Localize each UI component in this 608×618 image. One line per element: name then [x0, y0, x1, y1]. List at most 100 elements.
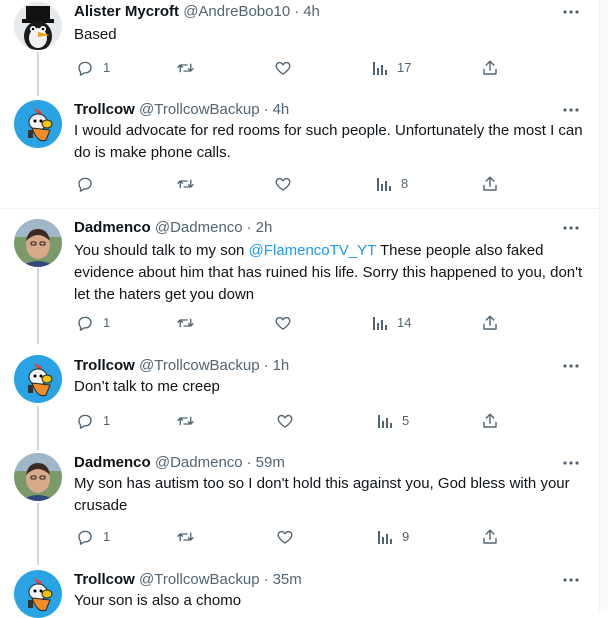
tweet-header: Dadmenco @Dadmenco · 2h	[74, 216, 272, 240]
separator-dot: ·	[263, 357, 269, 374]
display-name[interactable]: Trollcow	[74, 101, 135, 118]
share-icon	[483, 413, 497, 428]
reply-icon	[78, 177, 92, 192]
tweet-text-part: You should talk to my son	[74, 242, 249, 259]
reply-button[interactable]: 1	[76, 58, 110, 78]
views-count: 5	[402, 413, 410, 428]
retweet-button[interactable]	[176, 58, 204, 78]
timestamp[interactable]: 35m	[273, 571, 302, 588]
retweet-button[interactable]	[176, 527, 204, 547]
mention-link[interactable]: @FlamencoTV_YT	[249, 242, 377, 259]
views-icon	[377, 178, 391, 191]
timestamp[interactable]: 4h	[303, 3, 320, 20]
heart-icon	[275, 177, 291, 191]
share-button[interactable]	[481, 58, 499, 78]
like-button[interactable]	[274, 313, 301, 333]
views-button[interactable]: 14	[372, 313, 411, 333]
separator-dot: ·	[294, 3, 300, 20]
tweet-text: I would advocate for red rooms for such …	[74, 122, 583, 161]
like-button[interactable]	[274, 174, 301, 194]
views-button[interactable]: 17	[372, 58, 411, 78]
share-icon	[483, 60, 497, 75]
display-name[interactable]: Dadmenco	[74, 219, 151, 236]
separator-dot: ·	[263, 101, 269, 118]
more-icon[interactable]	[560, 453, 582, 473]
user-handle[interactable]: @TrollcowBackup	[139, 357, 260, 374]
timestamp[interactable]: 59m	[256, 454, 285, 471]
views-icon	[378, 531, 392, 544]
avatar[interactable]	[14, 219, 62, 267]
display-name[interactable]: Dadmenco	[74, 454, 151, 471]
timestamp[interactable]: 2h	[256, 219, 273, 236]
like-button[interactable]	[274, 58, 301, 78]
tweet[interactable]: Trollcow @TrollcowBackup · 4h I would advo…	[0, 98, 599, 208]
retweet-button[interactable]	[176, 411, 204, 431]
reply-icon	[78, 530, 92, 545]
user-handle[interactable]: @TrollcowBackup	[139, 101, 260, 118]
conversation-thread: Alister Mycroft @AndreBobo10 · 4h Based 1 …	[0, 0, 600, 618]
tweet[interactable]: Dadmenco @Dadmenco · 59m My son has autism…	[0, 451, 599, 565]
share-button[interactable]	[481, 174, 499, 194]
tweet-text: Your son is also a chomo	[74, 592, 242, 609]
tweet-header: Dadmenco @Dadmenco · 59m	[74, 451, 285, 475]
avatar[interactable]	[14, 355, 62, 403]
views-count: 14	[397, 315, 412, 330]
heart-icon	[275, 61, 291, 75]
user-handle[interactable]: @Dadmenco	[155, 219, 243, 236]
display-name[interactable]: Alister Mycroft	[74, 3, 179, 20]
share-button[interactable]	[481, 313, 499, 333]
reply-icon	[78, 316, 92, 331]
more-icon[interactable]	[560, 356, 582, 376]
tweet-header: Alister Mycroft @AndreBobo10 · 4h	[74, 0, 320, 24]
share-button[interactable]	[481, 411, 499, 431]
views-icon	[373, 62, 387, 75]
user-handle[interactable]: @AndreBobo10	[183, 3, 290, 20]
reply-button[interactable]: 1	[76, 411, 110, 431]
retweet-icon	[177, 318, 194, 328]
views-icon	[378, 415, 392, 428]
tweet[interactable]: Trollcow @TrollcowBackup · 1h Don’t talk t…	[0, 354, 599, 450]
more-icon[interactable]	[560, 2, 582, 22]
display-name[interactable]: Trollcow	[74, 357, 135, 374]
heart-icon	[277, 530, 293, 544]
user-handle[interactable]: @TrollcowBackup	[139, 571, 260, 588]
tweet[interactable]: Alister Mycroft @AndreBobo10 · 4h Based 1 …	[0, 0, 599, 96]
retweet-button[interactable]	[176, 174, 204, 194]
user-handle[interactable]: @Dadmenco	[155, 454, 243, 471]
share-icon	[483, 529, 497, 544]
tweet-text: My son has autism too so I don't hold th…	[74, 475, 570, 514]
reply-icon	[78, 61, 92, 76]
tweet[interactable]: Dadmenco @Dadmenco · 2h You should talk to…	[0, 216, 599, 344]
more-icon[interactable]	[560, 218, 582, 238]
views-button[interactable]: 8	[376, 174, 408, 194]
reply-count: 1	[103, 529, 111, 544]
timestamp[interactable]: 4h	[273, 101, 290, 118]
reply-button[interactable]: 1	[76, 313, 110, 333]
share-button[interactable]	[481, 527, 499, 547]
like-button[interactable]	[276, 527, 303, 547]
scrollbar[interactable]	[600, 0, 608, 611]
more-icon[interactable]	[560, 570, 582, 590]
tweet-header: Trollcow @TrollcowBackup · 4h	[74, 98, 289, 122]
retweet-button[interactable]	[176, 313, 204, 333]
tweet-text: Don’t talk to me creep	[74, 378, 220, 395]
views-count: 9	[402, 529, 410, 544]
reply-button[interactable]	[76, 174, 103, 194]
retweet-icon	[177, 532, 194, 542]
views-button[interactable]: 5	[377, 411, 409, 431]
avatar[interactable]	[14, 2, 62, 50]
like-button[interactable]	[276, 411, 303, 431]
timestamp[interactable]: 1h	[273, 357, 290, 374]
display-name[interactable]: Trollcow	[74, 571, 135, 588]
tweet-text: Based	[74, 26, 117, 43]
reply-button[interactable]: 1	[76, 527, 110, 547]
tweet[interactable]: Trollcow @TrollcowBackup · 35m Your son is…	[0, 568, 599, 618]
reply-count: 1	[103, 60, 111, 75]
separator-dot: ·	[246, 454, 252, 471]
more-icon[interactable]	[560, 100, 582, 120]
reply-count: 1	[103, 315, 111, 330]
avatar[interactable]	[14, 100, 62, 148]
avatar[interactable]	[14, 453, 62, 501]
tweet-actions: 1 14	[0, 313, 599, 333]
views-button[interactable]: 9	[377, 527, 409, 547]
